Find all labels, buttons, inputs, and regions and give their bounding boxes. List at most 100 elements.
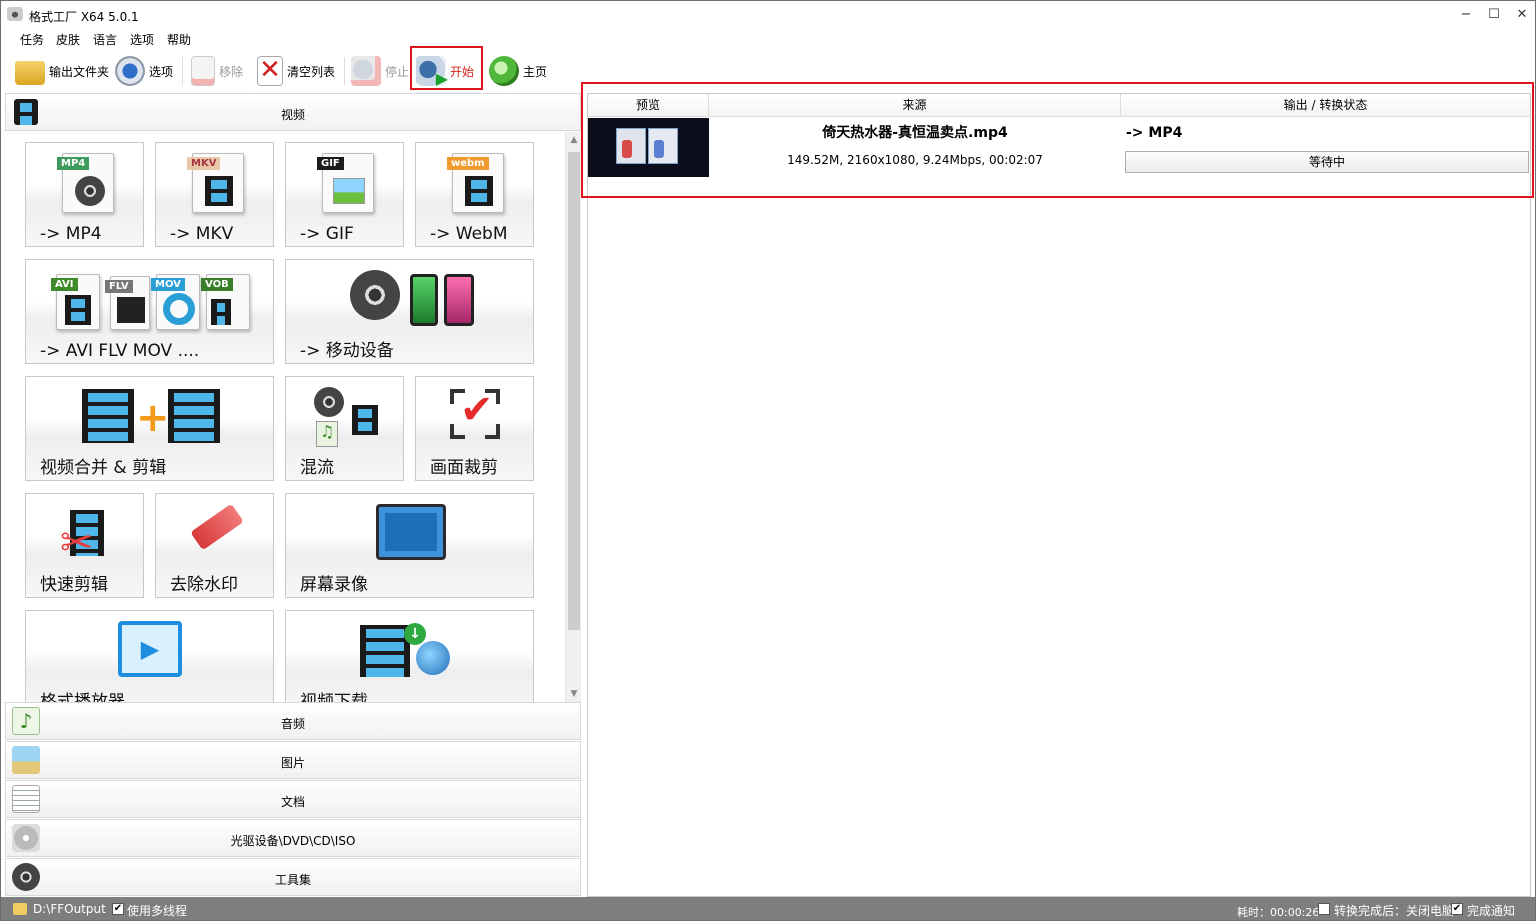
clear-list-label: 清空列表 <box>287 64 336 79</box>
category-document[interactable]: 文档 <box>5 780 581 818</box>
tile-quick-cut-label: 快速剪辑 <box>40 575 108 595</box>
category-tools-label: 工具集 <box>274 873 311 887</box>
output-folder-button[interactable]: 输出文件夹 <box>15 53 109 89</box>
menu-bar: 任务 皮肤 语言 选项 帮助 <box>1 29 1535 49</box>
category-video[interactable]: 视频 <box>5 93 581 131</box>
category-document-label: 文档 <box>280 795 305 809</box>
home-button[interactable]: 主页 <box>489 53 547 89</box>
mp4-tag: MP4 <box>57 157 90 170</box>
close-button[interactable]: ✕ <box>1507 1 1535 29</box>
category-audio-label: 音频 <box>280 717 305 731</box>
film-icon <box>352 405 378 435</box>
shutdown-after-checkbox[interactable] <box>1318 903 1330 915</box>
home-label: 主页 <box>523 64 548 79</box>
category-disc[interactable]: 光驱设备\DVD\CD\ISO <box>5 819 581 857</box>
avi-tag: AVI <box>51 278 78 291</box>
category-audio[interactable]: ♪ 音频 <box>5 702 581 740</box>
scroll-down-icon[interactable]: ▼ <box>566 686 582 702</box>
app-icon <box>7 7 23 21</box>
tile-to-gif[interactable]: GIF -> GIF <box>285 142 404 247</box>
multithread-checkbox[interactable]: ✔ <box>112 903 124 915</box>
menu-help[interactable]: 帮助 <box>167 31 191 48</box>
tile-mux[interactable]: ♫ 混流 <box>285 376 404 481</box>
webm-file-icon: webm <box>447 153 504 213</box>
notify-label: 完成通知 <box>1467 904 1516 918</box>
scissors-icon: ✂ <box>60 520 94 566</box>
tile-quick-cut[interactable]: ✂ 快速剪辑 <box>25 493 144 598</box>
task-list-panel: 预览 来源 输出 / 转换状态 倚天热水器-真恒温卖点.mp4 149.52M,… <box>587 93 1531 897</box>
minimize-button[interactable]: − <box>1451 1 1481 29</box>
category-tools[interactable]: 工具集 <box>5 858 581 896</box>
remove-file-icon <box>191 56 215 86</box>
tile-scrollbar[interactable]: ▲ ▼ <box>565 132 581 702</box>
elapsed-time: 耗时：00:00:26 <box>1237 906 1320 919</box>
video-tools-grid: MP4 -> MP4 MKV -> MKV GIF -> GIF webm ->… <box>5 132 565 702</box>
tile-video-merge-cut[interactable]: + 视频合并 & 剪辑 <box>25 376 274 481</box>
output-path[interactable]: D:\FFOutput <box>33 902 106 916</box>
tile-video-download[interactable]: ↓ 视频下载 <box>285 610 534 702</box>
tile-video-download-label: 视频下载 <box>300 692 368 702</box>
play-video-icon: ▶ <box>118 621 182 677</box>
options-button[interactable]: 选项 <box>115 53 173 89</box>
home-globe-icon <box>489 56 519 86</box>
flv-tag: FLV <box>105 280 133 293</box>
tile-to-mobile-device[interactable]: -> 移动设备 <box>285 259 534 364</box>
tile-format-player[interactable]: ▶ 格式播放器 <box>25 610 274 702</box>
options-label: 选项 <box>149 64 174 79</box>
film-icon <box>168 389 220 443</box>
tile-screen-record[interactable]: 屏幕录像 <box>285 493 534 598</box>
tile-to-avi-flv-mov[interactable]: AVI FLV MOV VOB -> AVI FLV MOV .... <box>25 259 274 364</box>
mov-tag: MOV <box>151 278 185 291</box>
menu-task[interactable]: 任务 <box>20 31 44 48</box>
stop-icon <box>351 56 381 86</box>
menu-skin[interactable]: 皮肤 <box>56 31 80 48</box>
globe-icon <box>416 641 450 675</box>
tile-crop[interactable]: ✔ 画面裁剪 <box>415 376 534 481</box>
status-bar: D:\FFOutput ✔ 使用多线程 耗时：00:00:26 转换完成后：关闭… <box>1 897 1535 920</box>
tile-remove-watermark[interactable]: 去除水印 <box>155 493 274 598</box>
checkmark-icon: ✔ <box>460 387 494 433</box>
webm-tag: webm <box>447 157 489 170</box>
category-video-label: 视频 <box>280 108 305 122</box>
scroll-up-icon[interactable]: ▲ <box>566 132 582 148</box>
music-note-icon: ♫ <box>316 421 338 447</box>
task-row-highlight <box>581 82 1534 198</box>
tile-to-mkv[interactable]: MKV -> MKV <box>155 142 274 247</box>
tile-to-webm-label: -> WebM <box>430 224 508 244</box>
tile-screen-record-label: 屏幕录像 <box>300 575 368 595</box>
vob-tag: VOB <box>201 278 233 291</box>
title-bar: 格式工厂 X64 5.0.1 − ☐ ✕ <box>1 1 1535 29</box>
mov-file-icon: MOV <box>151 274 200 330</box>
stop-label: 停止 <box>385 64 410 79</box>
remove-button[interactable]: 移除 <box>191 53 243 89</box>
category-image[interactable]: 图片 <box>5 741 581 779</box>
menu-options[interactable]: 选项 <box>130 31 154 48</box>
folder-icon <box>15 61 45 85</box>
category-panel: 视频 MP4 -> MP4 MKV -> MKV GIF -> GIF webm… <box>5 93 581 897</box>
scroll-thumb[interactable] <box>568 152 580 630</box>
gif-tag: GIF <box>317 157 344 170</box>
tile-format-player-label: 格式播放器 <box>40 692 125 702</box>
maximize-button[interactable]: ☐ <box>1479 1 1509 29</box>
clear-list-button[interactable]: ✕ 清空列表 <box>257 53 335 89</box>
avi-file-icon: AVI <box>51 274 100 330</box>
flv-file-icon: FLV <box>105 276 150 330</box>
tile-mux-label: 混流 <box>300 458 334 478</box>
folder-icon <box>13 903 27 915</box>
tile-to-webm[interactable]: webm -> WebM <box>415 142 534 247</box>
tile-to-mp4[interactable]: MP4 -> MP4 <box>25 142 144 247</box>
film-icon <box>360 625 410 677</box>
menu-language[interactable]: 语言 <box>93 31 117 48</box>
phone-icon <box>444 274 474 326</box>
output-folder-label: 输出文件夹 <box>49 64 110 79</box>
stop-button[interactable]: 停止 <box>351 53 409 89</box>
mp4-file-icon: MP4 <box>57 153 114 213</box>
toolbar-divider <box>182 57 183 85</box>
notify-checkbox[interactable]: ✔ <box>1451 903 1463 915</box>
start-button-highlight <box>410 46 483 90</box>
download-arrow-icon: ↓ <box>404 623 426 645</box>
film-reel-icon <box>350 270 400 320</box>
tile-to-mp4-label: -> MP4 <box>40 224 102 244</box>
eraser-icon <box>190 503 244 551</box>
screen-camera-icon <box>376 504 446 560</box>
